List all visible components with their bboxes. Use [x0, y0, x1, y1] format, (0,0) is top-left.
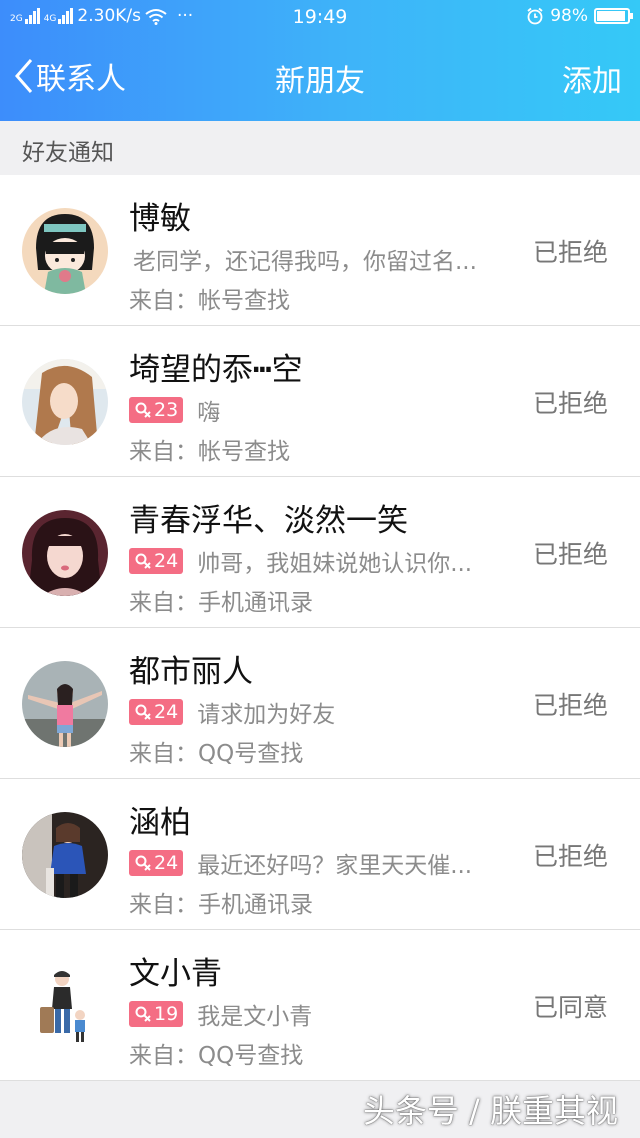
female-age-badge: 19 [129, 1001, 184, 1027]
request-message: 老同学，还记得我吗，你留过名... [133, 249, 477, 275]
avatar[interactable] [22, 812, 108, 898]
request-status: 已同意 [532, 993, 608, 1022]
request-message: 帅哥，我姐妹说她认识你... [197, 551, 473, 577]
avatar[interactable] [22, 208, 108, 294]
female-icon [135, 704, 151, 720]
age-label: 24 [154, 701, 179, 723]
request-status: 已拒绝 [532, 540, 608, 569]
battery-percent: 98% [550, 6, 588, 26]
request-source: 来自：QQ号查找 [129, 1043, 304, 1069]
contact-name: 涵柏 [129, 805, 191, 841]
request-message: 我是文小青 [197, 1004, 313, 1030]
request-status: 已拒绝 [532, 842, 608, 871]
female-age-badge: 24 [129, 548, 184, 574]
add-button[interactable]: 添加 [562, 56, 622, 100]
female-age-badge: 23 [129, 397, 184, 423]
female-icon [135, 553, 151, 569]
contact-name: 文小青 [129, 956, 222, 992]
friend-request-row[interactable]: 文小青 19 我是文小青 来自：QQ号查找 已同意 [0, 930, 640, 1081]
friend-request-row[interactable]: 博敏 老同学，还记得我吗，你留过名... 来自：帐号查找 已拒绝 [0, 175, 640, 326]
age-label: 23 [154, 399, 179, 421]
age-label: 24 [154, 852, 179, 874]
contact-name: 埼望的忝┅空 [129, 352, 303, 388]
nav-bar: 联系人 新朋友 添加 [0, 34, 640, 121]
contact-name: 都市丽人 [129, 654, 253, 690]
request-source: 来自：手机通讯录 [129, 590, 313, 616]
female-age-badge: 24 [129, 699, 184, 725]
female-icon [135, 855, 151, 871]
age-label: 19 [154, 1003, 179, 1025]
female-age-badge: 24 [129, 850, 184, 876]
friend-request-row[interactable]: 青春浮华、淡然一笑 24 帅哥，我姐妹说她认识你... 来自：手机通讯录 已拒绝 [0, 477, 640, 628]
watermark: 头条号 / 朕重其视 [362, 1092, 618, 1130]
female-icon [135, 402, 151, 418]
request-status: 已拒绝 [532, 389, 608, 418]
avatar[interactable] [22, 510, 108, 596]
request-source: 来自：帐号查找 [129, 288, 290, 314]
request-status: 已拒绝 [532, 238, 608, 267]
header: 2G 4G 2.30K/s ··· 19:49 98% 联系人 新朋友 添加 [0, 0, 640, 121]
request-source: 来自：手机通讯录 [129, 892, 313, 918]
age-label: 24 [154, 550, 179, 572]
request-message: 请求加为好友 [197, 702, 336, 728]
request-message: 嗨 [197, 400, 221, 426]
friend-request-row[interactable]: 埼望的忝┅空 23 嗨 来自：帐号查找 已拒绝 [0, 326, 640, 477]
contact-name: 博敏 [129, 201, 191, 237]
page-title: 新朋友 [275, 64, 365, 99]
avatar[interactable] [22, 359, 108, 445]
request-source: 来自：QQ号查找 [129, 741, 304, 767]
request-message: 最近还好吗？家里天天催... [197, 853, 473, 879]
friend-request-row[interactable]: 都市丽人 24 请求加为好友 来自：QQ号查找 已拒绝 [0, 628, 640, 779]
contact-name: 青春浮华、淡然一笑 [129, 503, 408, 539]
avatar[interactable] [22, 661, 108, 747]
female-icon [135, 1006, 151, 1022]
friend-request-list: 博敏 老同学，还记得我吗，你留过名... 来自：帐号查找 已拒绝 埼望的忝┅空 [0, 175, 640, 1081]
avatar[interactable] [22, 963, 108, 1049]
battery-icon [594, 8, 633, 24]
section-header: 好友通知 [0, 121, 640, 175]
request-source: 来自：帐号查找 [129, 439, 290, 465]
request-status: 已拒绝 [532, 691, 608, 720]
friend-request-row[interactable]: 涵柏 24 最近还好吗？家里天天催... 来自：手机通讯录 已拒绝 [0, 779, 640, 930]
status-bar: 2G 4G 2.30K/s ··· 19:49 98% [0, 0, 640, 34]
alarm-icon [527, 7, 543, 25]
